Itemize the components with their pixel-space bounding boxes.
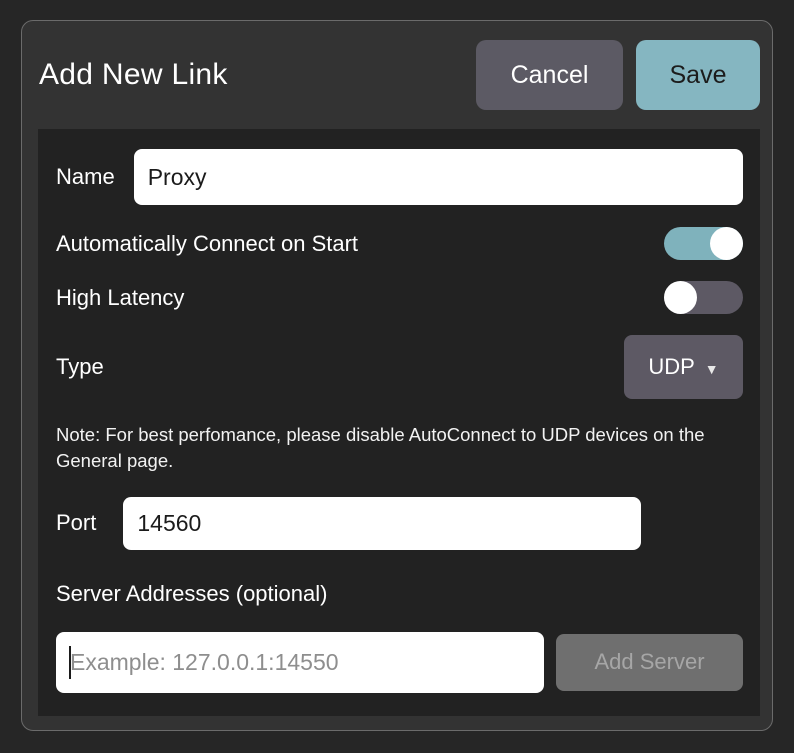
udp-performance-note: Note: For best perfomance, please disabl… [56,422,743,475]
save-button[interactable]: Save [636,40,760,110]
port-input[interactable] [123,497,641,550]
port-row: Port [56,497,743,550]
add-server-button[interactable]: Add Server [556,634,743,691]
auto-connect-row: Automatically Connect on Start [56,227,743,260]
name-label: Name [56,164,115,190]
type-dropdown-value: UDP [648,354,694,380]
type-dropdown[interactable]: UDP ▼ [624,335,743,399]
auto-connect-toggle[interactable] [664,227,743,260]
high-latency-toggle[interactable] [664,281,743,314]
type-label: Type [56,354,104,380]
text-caret [69,646,71,679]
server-addresses-label: Server Addresses (optional) [56,581,743,607]
port-label: Port [56,510,96,536]
name-row: Name [56,149,743,205]
dialog-title: Add New Link [39,58,228,92]
server-address-row: Add Server [56,632,743,693]
name-input[interactable] [134,149,743,205]
server-address-input[interactable] [56,632,544,693]
dialog-header: Add New Link Cancel Save [22,40,760,110]
high-latency-label: High Latency [56,285,184,311]
link-settings-panel: Name Automatically Connect on Start High… [38,129,760,716]
high-latency-row: High Latency [56,281,743,314]
toggle-knob [710,227,743,260]
auto-connect-label: Automatically Connect on Start [56,231,358,257]
server-address-input-wrap [56,632,544,693]
add-new-link-dialog: Add New Link Cancel Save Name Automatica… [21,20,773,731]
chevron-down-icon: ▼ [705,361,719,377]
toggle-knob [664,281,697,314]
type-row: Type UDP ▼ [56,335,743,399]
cancel-button[interactable]: Cancel [476,40,623,110]
